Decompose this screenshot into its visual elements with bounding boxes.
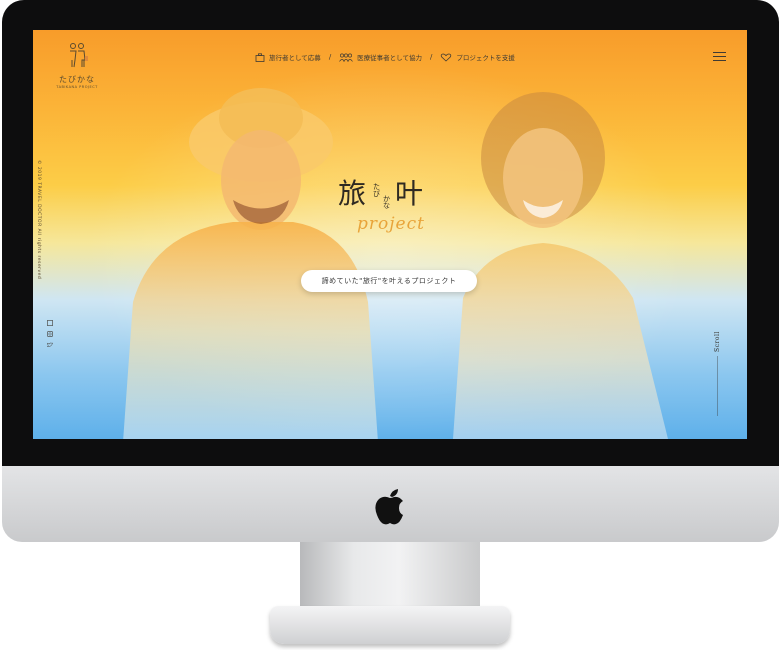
hamburger-menu-icon[interactable] [713, 52, 726, 61]
nav-separator: / [429, 53, 433, 61]
logo-subtitle: TABIKANA PROJECT [56, 85, 98, 89]
people-icon [339, 53, 353, 62]
scroll-indicator[interactable]: Scroll [714, 331, 721, 352]
hero-project-script: project [357, 214, 425, 234]
nav-item-traveler[interactable]: 旅行者として応募 [255, 52, 321, 62]
hero-kanji-tabi: 旅 [338, 177, 367, 210]
nav-item-medical[interactable]: 医療従事者として協力 [339, 52, 422, 62]
nav-label-medical: 医療従事者として協力 [357, 54, 422, 62]
facebook-icon[interactable] [47, 320, 53, 326]
tagline-button[interactable]: 諦めていた"旅行"を叶えるプロジェクト [301, 270, 477, 292]
hero-ruby-tabi: たび [373, 183, 380, 198]
nav-label-traveler: 旅行者として応募 [269, 54, 321, 62]
nav-separator: / [328, 53, 332, 61]
scroll-line [717, 356, 718, 416]
main-nav: 旅行者として応募 / 医療従事者として協力 / プロジェクトを支援 [255, 50, 515, 64]
website-screen: たびかな TABIKANA PROJECT 旅行者として応募 / 医療従事者とし… [33, 30, 747, 439]
apple-logo-icon [375, 489, 403, 525]
logo-text: たびかな [59, 75, 95, 84]
hero-photo-man [123, 88, 378, 439]
hero-kanji-kana: 叶 [395, 177, 424, 210]
site-logo[interactable]: たびかな TABIKANA PROJECT [47, 42, 107, 89]
monitor-stand-neck [300, 542, 480, 612]
nav-label-support: プロジェクトを支援 [456, 54, 515, 62]
copyright-text: © 2019 TRAVEL DOCTOR All rights reserved [36, 160, 41, 280]
suitcase-icon [255, 52, 265, 62]
twitter-icon[interactable] [47, 342, 53, 348]
imac-monitor: たびかな TABIKANA PROJECT 旅行者として応募 / 医療従事者とし… [0, 0, 781, 650]
monitor-stand-foot [270, 606, 510, 644]
hero-photo-woman [453, 92, 668, 439]
instagram-icon[interactable] [47, 331, 53, 337]
hero-ruby-kana: かな [383, 195, 390, 210]
family-logo-icon [70, 43, 88, 68]
heart-hands-icon [441, 53, 452, 62]
nav-item-support[interactable]: プロジェクトを支援 [440, 52, 515, 62]
